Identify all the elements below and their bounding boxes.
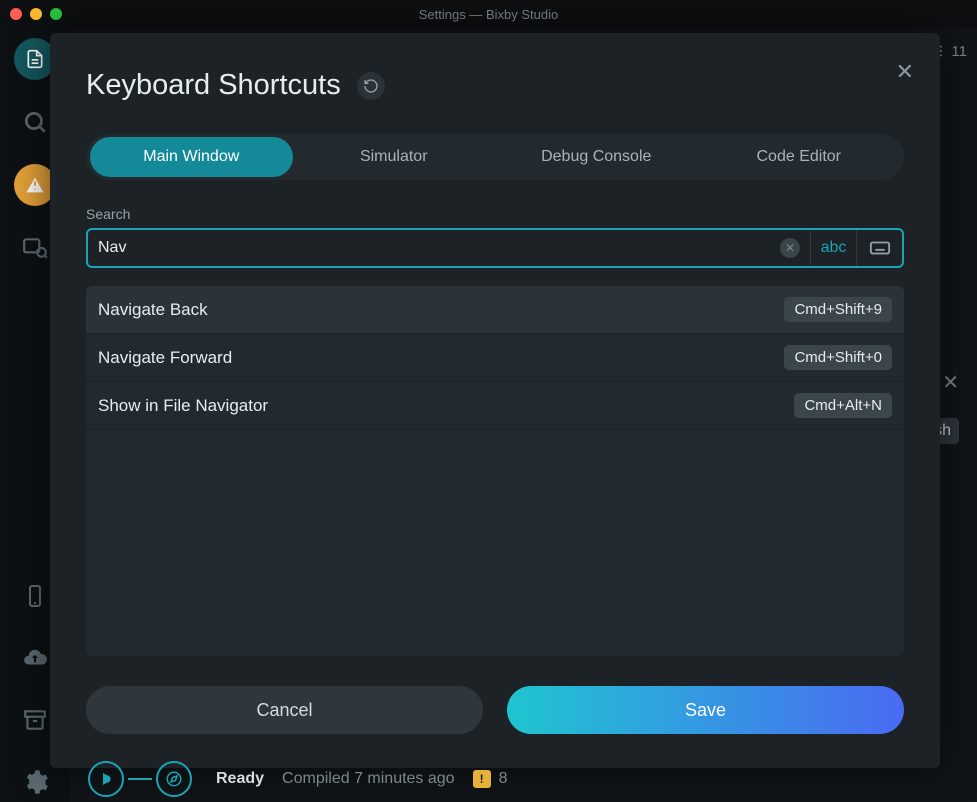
shortcut-label: Show in File Navigator bbox=[98, 396, 268, 416]
sidebar-upload-icon[interactable] bbox=[15, 638, 55, 678]
search-input-wrap: ✕ bbox=[88, 230, 810, 266]
bg-close-icon[interactable]: ✕ bbox=[942, 370, 959, 395]
shortcut-row[interactable]: Show in File Navigator Cmd+Alt+N bbox=[86, 382, 904, 430]
status-compass-icon[interactable] bbox=[156, 761, 192, 797]
shortcuts-list: Navigate Back Cmd+Shift+9 Navigate Forwa… bbox=[86, 286, 904, 656]
tab-code-editor[interactable]: Code Editor bbox=[698, 137, 901, 177]
sidebar-search-icon[interactable] bbox=[15, 102, 55, 142]
status-compiled: Compiled 7 minutes ago bbox=[282, 770, 455, 788]
tabs: Main Window Simulator Debug Console Code… bbox=[86, 134, 904, 180]
modal-header: Keyboard Shortcuts bbox=[86, 69, 904, 102]
reset-shortcuts-button[interactable] bbox=[357, 72, 385, 100]
search-mode-text-button[interactable]: abc bbox=[810, 230, 856, 266]
sidebar-archive-icon[interactable] bbox=[15, 700, 55, 740]
warning-count: 8 bbox=[499, 770, 508, 788]
shortcut-row[interactable]: Navigate Back Cmd+Shift+9 bbox=[86, 286, 904, 334]
sidebar-settings-icon[interactable] bbox=[15, 762, 55, 802]
search-row: ✕ abc bbox=[86, 228, 904, 268]
search-input[interactable] bbox=[98, 239, 780, 257]
tab-simulator[interactable]: Simulator bbox=[293, 137, 496, 177]
clear-search-button[interactable]: ✕ bbox=[780, 238, 800, 258]
modal-buttons: Cancel Save bbox=[86, 686, 904, 734]
status-bar: Ready Compiled 7 minutes ago ! 8 bbox=[78, 756, 977, 802]
bg-list-count-value: 11 bbox=[951, 43, 967, 60]
shortcut-keys: Cmd+Alt+N bbox=[794, 393, 892, 418]
titlebar: Settings — Bixby Studio bbox=[0, 0, 977, 28]
shortcut-keys: Cmd+Shift+0 bbox=[784, 345, 892, 370]
shortcut-label: Navigate Forward bbox=[98, 348, 232, 368]
warning-icon: ! bbox=[473, 770, 491, 788]
shortcut-row[interactable]: Navigate Forward Cmd+Shift+0 bbox=[86, 334, 904, 382]
status-connector bbox=[128, 778, 152, 780]
app-root: Settings — Bixby Studio 11 bbox=[0, 0, 977, 802]
search-mode-keyboard-button[interactable] bbox=[856, 230, 902, 266]
status-bixby-icon[interactable] bbox=[88, 761, 124, 797]
keyboard-icon bbox=[869, 237, 891, 259]
modal-title: Keyboard Shortcuts bbox=[86, 69, 341, 102]
status-ready: Ready bbox=[216, 770, 264, 788]
tab-debug-console[interactable]: Debug Console bbox=[495, 137, 698, 177]
sidebar-device-icon[interactable] bbox=[15, 576, 55, 616]
keyboard-shortcuts-modal: ✕ Keyboard Shortcuts Main Window Simulat… bbox=[50, 33, 940, 768]
search-label: Search bbox=[86, 206, 904, 222]
sidebar-inspect-icon[interactable] bbox=[15, 228, 55, 268]
shortcut-label: Navigate Back bbox=[98, 300, 208, 320]
shortcut-keys: Cmd+Shift+9 bbox=[784, 297, 892, 322]
save-button[interactable]: Save bbox=[507, 686, 904, 734]
status-warnings[interactable]: ! 8 bbox=[473, 770, 508, 788]
close-modal-button[interactable]: ✕ bbox=[896, 59, 914, 85]
tab-main-window[interactable]: Main Window bbox=[90, 137, 293, 177]
abc-label: abc bbox=[821, 239, 847, 257]
cancel-button[interactable]: Cancel bbox=[86, 686, 483, 734]
window-title: Settings — Bixby Studio bbox=[0, 7, 977, 22]
